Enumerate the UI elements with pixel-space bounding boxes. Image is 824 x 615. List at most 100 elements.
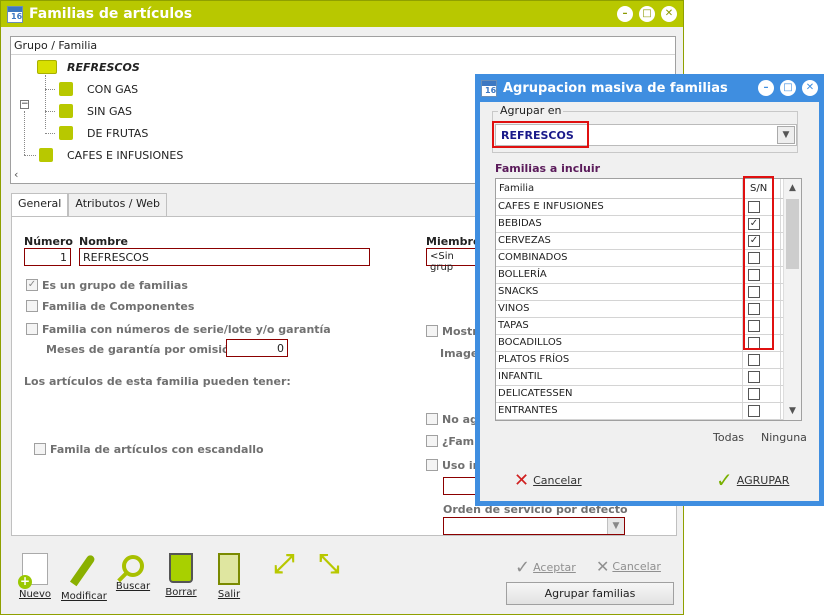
borrar-button[interactable]: Borrar <box>161 553 201 598</box>
familia-name: INFANTIL <box>498 371 543 382</box>
nombre-field[interactable]: REFRESCOS <box>79 248 370 266</box>
dialog-agrupar-button[interactable]: ✓ AGRUPAR <box>716 468 789 492</box>
check-icon: ✓ <box>515 557 531 578</box>
puzzle-icon <box>59 126 73 140</box>
nuevo-button[interactable]: Nuevo <box>15 553 55 600</box>
miembro-dropdown[interactable]: <Sin grup <box>426 248 482 273</box>
dialog-cancelar-button[interactable]: ✕ Cancelar <box>514 470 582 491</box>
familia-componentes-label: Familia de Componentes <box>42 300 195 313</box>
tree-item-de-frutas[interactable]: DE FRUTAS <box>59 126 148 140</box>
modificar-button[interactable]: Modificar <box>61 553 107 602</box>
maximize-icon[interactable]: □ <box>639 6 655 22</box>
col-familia: Familia <box>499 183 535 194</box>
include-checkbox[interactable] <box>748 388 760 400</box>
no-ag-checkbox[interactable] <box>426 413 438 425</box>
tree-item-refrescos[interactable]: REFRESCOS <box>37 60 140 74</box>
familia-name: BOLLERÍA <box>498 269 547 280</box>
table-row[interactable]: ENTRANTES <box>496 403 801 420</box>
include-checkbox[interactable] <box>748 354 760 366</box>
agrupar-familias-button[interactable]: Agrupar familias <box>506 582 674 605</box>
calendar-icon: 16 <box>481 79 497 97</box>
uso-checkbox[interactable] <box>426 459 438 471</box>
tree-line <box>24 111 25 155</box>
dialog-titlebar: 16 Agrupacion masiva de familias – □ ✕ <box>475 74 824 102</box>
ninguna-link[interactable]: Ninguna <box>761 431 807 444</box>
tree-item-con-gas[interactable]: CON GAS <box>59 82 138 96</box>
highlight-box <box>743 176 774 350</box>
search-icon <box>122 555 144 577</box>
folder-open-icon <box>37 60 57 74</box>
familia-name: COMBINADOS <box>498 252 568 263</box>
exit-door-icon <box>218 553 240 585</box>
grid-scrollbar[interactable]: ▲ ▼ <box>783 179 801 420</box>
chevron-down-icon[interactable]: ▼ <box>777 126 795 144</box>
tab-strip: General Atributos / Web <box>11 193 167 216</box>
familia-name: CERVEZAS <box>498 235 551 246</box>
close-icon[interactable]: ✕ <box>802 80 818 96</box>
scroll-up-icon[interactable]: ▲ <box>784 180 801 196</box>
nombre-label: Nombre <box>79 235 128 248</box>
familia-name: VINOS <box>498 303 530 314</box>
tree-item-cafes[interactable]: CAFES E INFUSIONES <box>39 148 183 162</box>
scroll-thumb[interactable] <box>786 199 799 269</box>
tab-atributos-web[interactable]: Atributos / Web <box>68 193 167 216</box>
tab-general[interactable]: General <box>11 193 69 216</box>
tree-line <box>45 133 55 134</box>
scroll-down-icon[interactable]: ▼ <box>784 403 801 419</box>
minimize-icon[interactable]: – <box>758 80 774 96</box>
familia-name: BOCADILLOS <box>498 337 563 348</box>
aceptar-button[interactable]: ✓ Aceptar <box>515 557 576 578</box>
familia-componentes-checkbox[interactable] <box>26 300 38 312</box>
scroll-left-icon[interactable]: ‹ <box>14 168 18 181</box>
tree-header: Grupo / Familia <box>11 37 675 55</box>
tree-line <box>45 89 55 90</box>
cancelar-button[interactable]: ✕ Cancelar <box>596 557 661 576</box>
collapse-all-button[interactable]: ⤡ <box>313 549 345 583</box>
escandallo-checkbox[interactable] <box>34 443 46 455</box>
chevron-down-icon[interactable]: ▼ <box>607 518 624 534</box>
table-row[interactable]: PLATOS FRÍOS <box>496 352 801 369</box>
fami-checkbox[interactable] <box>426 435 438 447</box>
maximize-icon[interactable]: □ <box>780 80 796 96</box>
familias-incluir-label: Familias a incluir <box>495 162 601 175</box>
minimize-icon[interactable]: – <box>617 6 633 22</box>
include-checkbox[interactable] <box>748 371 760 383</box>
miembro-label: Miembro <box>426 235 481 248</box>
familia-name: ENTRANTES <box>498 405 558 416</box>
check-icon: ✓ <box>716 468 733 492</box>
dialog-title: Agrupacion masiva de familias <box>503 80 728 96</box>
numero-field[interactable]: 1 <box>24 248 71 266</box>
tree-item-sin-gas[interactable]: SIN GAS <box>59 104 132 118</box>
expand-all-button[interactable]: ⤢ <box>268 549 300 583</box>
familia-serie-label: Familia con números de serie/lote y/o ga… <box>42 323 331 336</box>
tree-line <box>45 75 46 129</box>
articulos-label: Los artículos de esta familia pueden ten… <box>24 375 291 388</box>
puzzle-icon <box>59 82 73 96</box>
familia-serie-checkbox[interactable] <box>26 323 38 335</box>
table-row[interactable]: DELICATESSEN <box>496 386 801 403</box>
close-icon[interactable]: ✕ <box>661 6 677 22</box>
include-checkbox[interactable] <box>748 405 760 417</box>
numero-label: Número <box>24 235 73 248</box>
orden-dropdown[interactable]: ▼ <box>443 517 625 535</box>
highlight-box <box>492 121 589 148</box>
cross-icon: ✕ <box>514 470 530 491</box>
es-grupo-checkbox[interactable]: ✓ <box>26 279 38 291</box>
buscar-button[interactable]: Buscar <box>113 553 153 592</box>
table-row[interactable]: INFANTIL <box>496 369 801 386</box>
pencil-icon <box>69 553 97 587</box>
familia-name: CAFES E INFUSIONES <box>498 201 604 212</box>
meses-field[interactable]: 0 <box>226 339 288 357</box>
familia-name: TAPAS <box>498 320 529 331</box>
puzzle-icon <box>59 104 73 118</box>
escandallo-label: Famila de artículos con escandallo <box>50 443 264 456</box>
todas-link[interactable]: Todas <box>713 431 744 444</box>
collapse-icon[interactable]: − <box>20 100 29 109</box>
mostr-label: Mostr <box>442 325 478 338</box>
mostr-checkbox[interactable] <box>426 325 438 337</box>
familia-name: SNACKS <box>498 286 539 297</box>
main-window-title: Familias de artículos <box>29 6 193 22</box>
salir-button[interactable]: Salir <box>209 553 249 600</box>
expand-arrows-icon: ⤢ <box>273 549 295 579</box>
familia-name: DELICATESSEN <box>498 388 573 399</box>
